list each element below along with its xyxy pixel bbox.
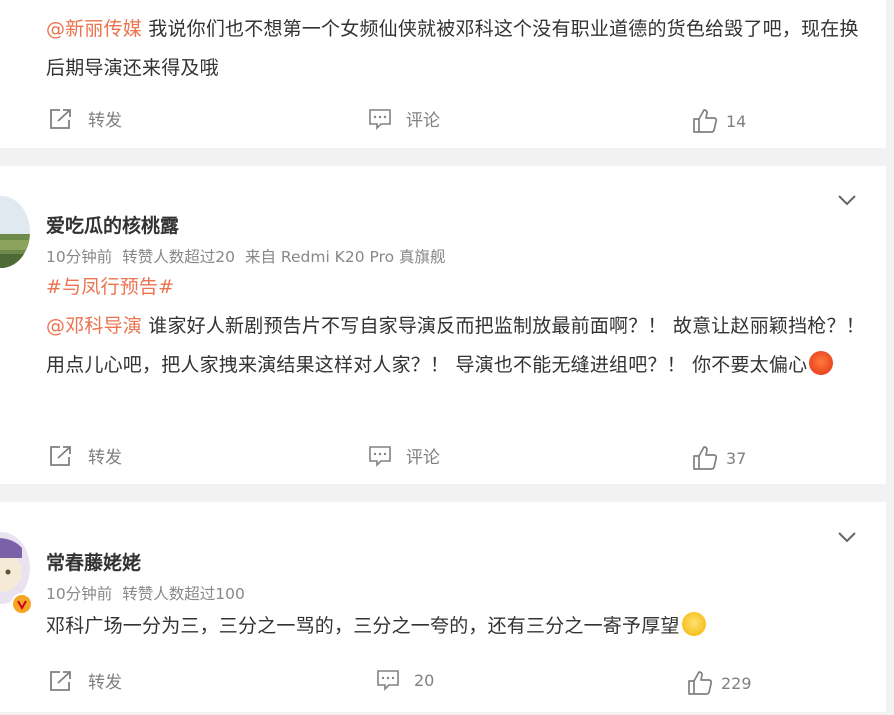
comment-button[interactable]: 评论	[368, 106, 440, 131]
repost-icon	[50, 445, 71, 466]
repost-icon	[50, 670, 71, 691]
reposts-info: 转赞人数超过20	[122, 248, 235, 266]
avatar[interactable]	[0, 196, 30, 268]
reposts-info: 转赞人数超过100	[122, 585, 245, 603]
post-time[interactable]: 10分钟前	[46, 248, 112, 266]
repost-icon	[50, 108, 71, 129]
post-text: 邓科广场一分为三，三分之一骂的，三分之一夸的，还有三分之一寄予厚望	[46, 607, 866, 646]
comment-button[interactable]: 评论	[368, 443, 440, 468]
thumbs-up-icon	[693, 446, 718, 470]
post-source: 来自 Redmi K20 Pro 真旗舰	[244, 248, 446, 266]
comment-button[interactable]: 20	[376, 668, 434, 692]
comment-icon	[369, 445, 391, 467]
username[interactable]: 爱吃瓜的核桃露	[46, 211, 179, 238]
angry-face-icon	[809, 351, 834, 375]
like-button[interactable]: 37	[692, 445, 746, 471]
post-meta: 10分钟前 转赞人数超过100	[46, 582, 255, 604]
verified-badge-icon	[11, 593, 33, 615]
comment-icon	[369, 108, 391, 130]
hashtag-link[interactable]: #与凤行预告#	[46, 276, 174, 298]
thumbs-up-icon	[693, 109, 718, 133]
laughing-tears-icon	[681, 612, 706, 636]
hashtag-line: #与凤行预告#	[46, 268, 866, 307]
post-meta: 10分钟前 转赞人数超过20 来自 Redmi K20 Pro 真旗舰	[46, 245, 456, 267]
repost-button[interactable]: 转发	[48, 106, 122, 131]
like-button[interactable]: 14	[692, 108, 746, 134]
username[interactable]: 常春藤姥姥	[46, 548, 141, 575]
post-time[interactable]: 10分钟前	[46, 585, 112, 603]
chevron-down-icon[interactable]	[836, 192, 858, 208]
repost-button[interactable]: 转发	[48, 443, 122, 468]
mention-link[interactable]: @新丽传媒	[46, 18, 142, 40]
thumbs-up-icon	[688, 671, 713, 695]
mention-link[interactable]: @邓科导演	[46, 315, 142, 337]
repost-button[interactable]: 转发	[48, 668, 122, 693]
post-card: 爱吃瓜的核桃露 10分钟前 转赞人数超过20 来自 Redmi K20 Pro 真旗…	[0, 166, 886, 484]
post-text: @新丽传媒 我说你们也不想第一个女频仙侠就被邓科这个没有职业道德的货色给毁了吧，…	[46, 18, 859, 79]
post-card: 常春藤姥姥 10分钟前 转赞人数超过100 邓科广场一分为三，三分之一骂的，三分之…	[0, 502, 886, 712]
chevron-down-icon[interactable]	[836, 529, 858, 545]
comment-icon	[377, 670, 399, 691]
like-button[interactable]: 229	[687, 670, 752, 696]
post-text: @邓科导演 谁家好人新剧预告片不写自家导演反而把监制放最前面啊？！ 故意让赵丽颖…	[46, 315, 865, 376]
post-card: @新丽传媒 我说你们也不想第一个女频仙侠就被邓科这个没有职业道德的货色给毁了吧，…	[0, 0, 886, 148]
